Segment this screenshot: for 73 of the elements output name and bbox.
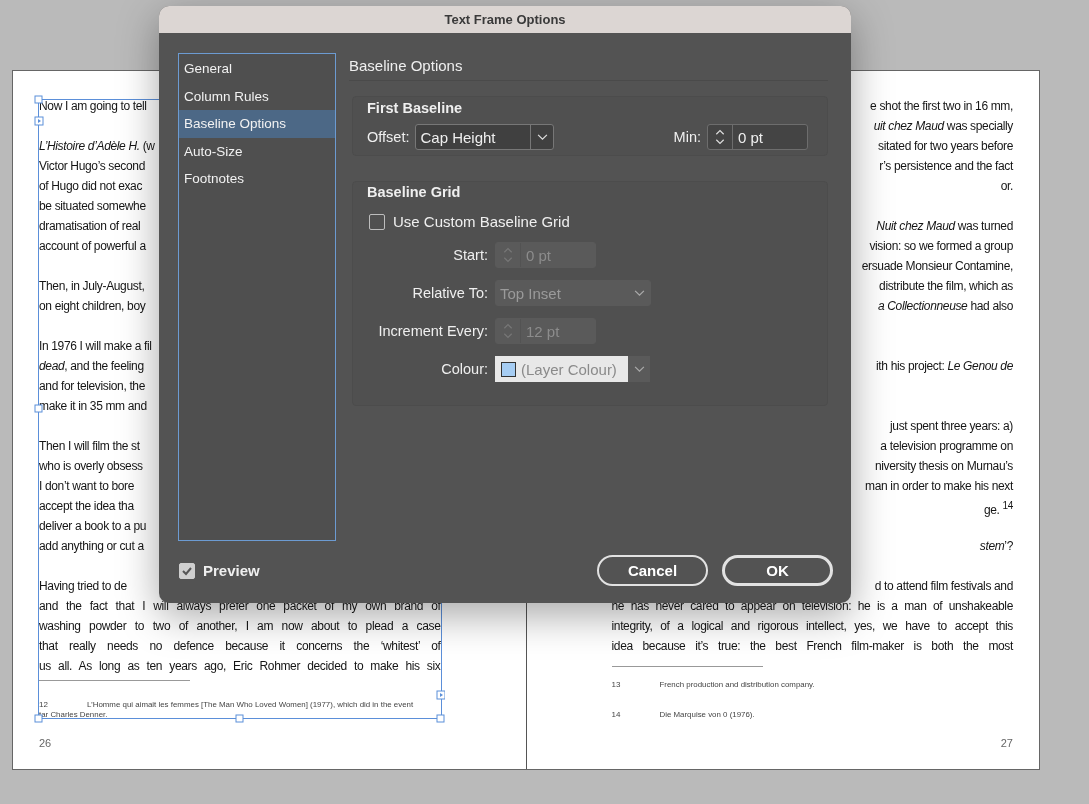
cancel-button[interactable]: Cancel <box>597 555 708 586</box>
text-line: In 1976 I will make a fil <box>39 338 152 355</box>
checkbox-label[interactable]: Use Custom Baseline Grid <box>393 213 570 230</box>
text-line: dramatisation of real <box>39 218 141 235</box>
number-field[interactable]: 0 pt <box>707 124 808 150</box>
text-line: uit chez Maud was specially <box>873 118 1013 135</box>
field-label: Min: <box>673 129 701 145</box>
text-line: I don’t want to bore <box>39 478 135 495</box>
text-line: ith his project: Le Genou de <box>876 358 1013 375</box>
text-line: that really needs no defence because it concerns the ‘whitest’ of <box>39 638 441 655</box>
text-line: e shot the first two in 16 mm, <box>870 98 1013 115</box>
text-line: who is overly obsess <box>39 458 143 475</box>
field-label: Colour: <box>440 361 488 377</box>
field-label: Offset: <box>367 129 410 145</box>
text-line: Nuit chez Maud was turned <box>876 218 1013 235</box>
checkbox-label[interactable]: Preview <box>203 562 260 579</box>
text-line: Then I will film the st <box>39 438 140 455</box>
text-line: of Hugo did not exac <box>39 178 143 195</box>
group-title: Baseline Grid <box>367 183 461 202</box>
text-line: dead, and the feeling <box>39 358 144 375</box>
text-line: just spent three years: a) <box>890 418 1013 435</box>
text-line: a Collectionneuse had also <box>878 298 1013 315</box>
checkbox[interactable] <box>179 562 195 579</box>
text-line: sitated for two years before <box>878 138 1013 155</box>
text-line: and for television, the <box>39 378 146 395</box>
caret-icon <box>633 289 645 297</box>
text-line: Victor Hugo’s second <box>39 158 145 175</box>
field-label: Relative To: <box>411 285 488 301</box>
text-line: L’Histoire d’Adèle H. (w <box>39 138 155 155</box>
text-line: add anything or cut a <box>39 538 144 555</box>
category-item[interactable]: Auto-Size <box>179 137 335 165</box>
page-number: 27 <box>1000 737 1013 749</box>
text-line: Then, in July-August, <box>39 278 145 295</box>
text-line: man in order to make his next <box>865 478 1013 495</box>
text-line: idea because it’s true: the best French film-maker is both the most <box>611 638 1013 655</box>
footnote-number: 14 <box>611 710 622 720</box>
group-title: First Baseline <box>367 99 463 118</box>
text-line: accept the idea tha <box>39 498 134 515</box>
caret-icon <box>536 133 548 141</box>
ok-button[interactable]: OK <box>722 555 833 586</box>
text-line: d to attend film festivals and <box>874 578 1013 595</box>
text-line: vision: so we formed a group <box>869 238 1013 255</box>
text-line: ersuade Monsieur Contamine, <box>861 258 1013 275</box>
text-line: or. <box>1000 178 1013 195</box>
page-number: 26 <box>39 737 52 749</box>
footnote-number: 13 <box>611 680 622 690</box>
field-label: Start: <box>452 247 488 263</box>
caret-icon <box>633 365 645 373</box>
category-item[interactable]: Footnotes <box>179 165 335 193</box>
category-item[interactable]: General <box>179 55 335 83</box>
text-line: deliver a book to a pu <box>39 518 147 535</box>
checkbox[interactable] <box>369 213 385 230</box>
colour-swatch-icon <box>501 361 516 377</box>
text-line: niversity thesis on Murnau’s <box>874 458 1013 475</box>
text-line: distribute the film, which as <box>879 278 1013 295</box>
category-item[interactable]: Baseline Options <box>179 110 335 138</box>
section-heading: Baseline Options <box>349 56 464 76</box>
category-item[interactable]: Column Rules <box>179 82 335 110</box>
text-line: integrity, of a logical and rigorous intellect, yes, we have to accept this <box>611 618 1013 635</box>
window-title: Text Frame Options <box>444 12 566 27</box>
text-line: account of powerful a <box>39 238 146 255</box>
text-line: be situated somewhe <box>39 198 146 215</box>
text-line: r’s persistence and the fact <box>879 158 1013 175</box>
text-line: washing powder to two of another, I am now about to plead a case <box>39 618 441 635</box>
text-line: ge. $^{14}$ <box>983 499 1013 516</box>
footnote-number: 12 <box>39 700 49 710</box>
text-line: Having tried to de <box>39 578 127 595</box>
text-line: a television programme on <box>880 438 1013 455</box>
field-label: Increment Every: <box>377 323 488 339</box>
text-line: on eight children, boy <box>39 298 146 315</box>
dropdown[interactable]: Cap Height <box>415 124 555 150</box>
text-line: us all. As long as ten years ago, Eric Rohmer decided to make his six <box>39 658 441 675</box>
text-line: stem’? <box>979 538 1013 555</box>
